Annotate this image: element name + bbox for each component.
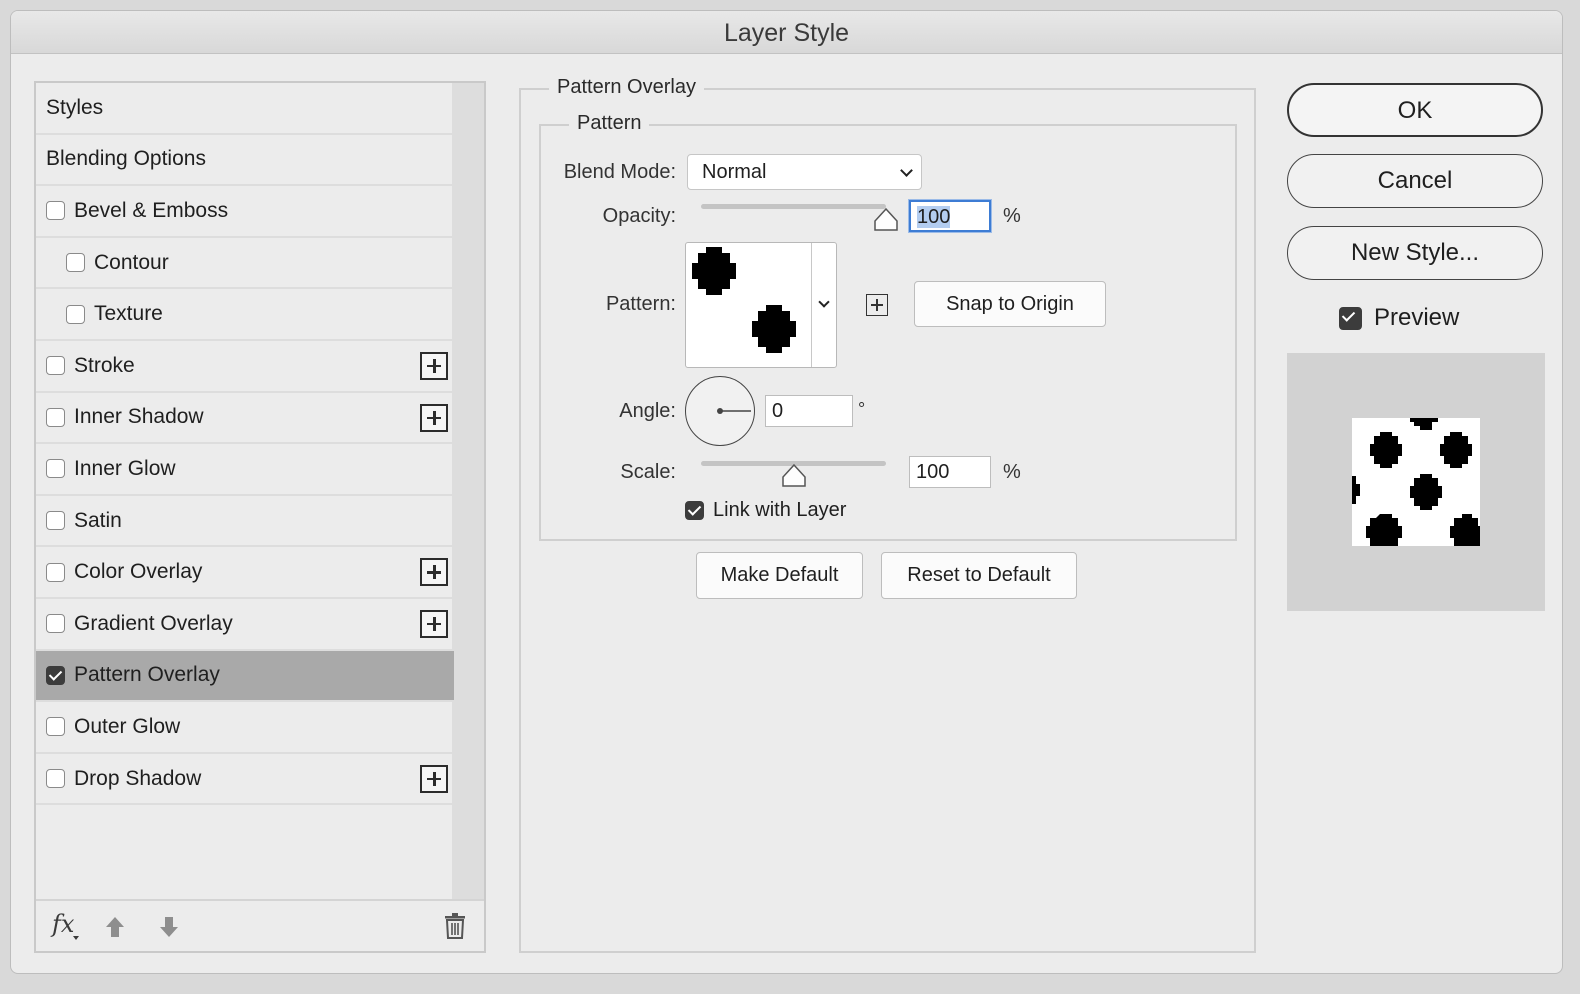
sidebar-item-label: Contour — [94, 250, 169, 274]
checkbox-icon[interactable] — [46, 769, 65, 789]
link-with-layer-label: Link with Layer — [713, 499, 847, 521]
checkbox-icon[interactable] — [46, 665, 65, 685]
section-title: Pattern Overlay — [549, 76, 704, 99]
angle-input[interactable]: 0 — [765, 395, 853, 427]
preview-label: Preview — [1374, 304, 1460, 331]
sidebar-item-label: Outer Glow — [74, 714, 181, 738]
reset-to-default-button[interactable]: Reset to Default — [881, 552, 1077, 599]
dialog-title: Layer Style — [11, 11, 1562, 54]
scale-label: Scale: — [620, 461, 676, 483]
styles-list-footer: fx — [36, 899, 484, 951]
pattern-preview-icon — [1352, 418, 1480, 546]
sidebar-item-contour[interactable]: Contour — [36, 238, 454, 290]
move-up-icon[interactable] — [104, 915, 126, 939]
sidebar-item-label: Blending Options — [46, 147, 206, 171]
opacity-unit: % — [1003, 205, 1021, 227]
angle-label: Angle: — [619, 400, 676, 422]
checkbox-icon[interactable] — [46, 356, 65, 376]
sidebar-item-texture[interactable]: Texture — [36, 289, 454, 341]
add-effect-plus-icon[interactable] — [420, 558, 448, 587]
scale-input[interactable]: 100 — [909, 456, 991, 488]
snap-to-origin-button[interactable]: Snap to Origin — [914, 281, 1106, 327]
scale-unit: % — [1003, 461, 1021, 483]
sidebar-item-outer-glow[interactable]: Outer Glow — [36, 702, 454, 754]
angle-unit: ° — [858, 399, 866, 419]
checkbox-icon[interactable] — [46, 511, 65, 531]
cancel-button[interactable]: Cancel — [1287, 154, 1543, 208]
blend-mode-label: Blend Mode: — [563, 161, 676, 183]
sidebar-item-drop-shadow[interactable]: Drop Shadow — [36, 754, 454, 806]
opacity-slider-thumb[interactable] — [873, 207, 899, 233]
sidebar-item-label: Texture — [94, 302, 163, 326]
angle-indicator-icon — [716, 407, 751, 414]
checkbox-icon[interactable] — [46, 614, 65, 634]
sidebar-item-label: Drop Shadow — [74, 766, 202, 790]
chevron-down-icon — [900, 164, 913, 177]
checkbox-icon[interactable] — [66, 304, 85, 324]
link-with-layer-check-icon — [685, 501, 704, 520]
move-down-icon[interactable] — [158, 915, 180, 939]
checkbox-icon[interactable] — [46, 459, 65, 479]
layer-style-dialog: Layer Style Styles Blending Options Bevel … — [10, 10, 1563, 974]
sidebar-item-label: Inner Glow — [74, 456, 176, 480]
sidebar-item-label: Pattern Overlay — [74, 663, 220, 687]
opacity-slider-track[interactable] — [701, 204, 886, 209]
scale-value: 100 — [916, 461, 950, 483]
fx-icon[interactable]: fx — [52, 910, 80, 940]
sidebar-item-stroke[interactable]: Stroke — [36, 341, 454, 393]
sidebar-item-label: Bevel & Emboss — [74, 198, 229, 222]
opacity-label: Opacity: — [602, 205, 676, 227]
blend-mode-select[interactable]: Normal — [687, 154, 922, 190]
sidebar-item-label: Inner Shadow — [74, 405, 204, 429]
angle-value: 0 — [772, 400, 784, 422]
checkbox-icon[interactable] — [46, 407, 65, 427]
add-effect-plus-icon[interactable] — [420, 764, 448, 793]
opacity-value: 100 — [917, 206, 951, 228]
trash-icon[interactable] — [444, 913, 466, 939]
sidebar-item-satin[interactable]: Satin — [36, 496, 454, 548]
pattern-thumbnail-icon — [688, 245, 810, 365]
checkbox-icon[interactable] — [66, 253, 85, 273]
link-with-layer-checkbox[interactable]: Link with Layer — [685, 499, 846, 522]
pattern-dropdown-chevron-icon[interactable] — [818, 296, 830, 308]
preview-checkbox[interactable]: Preview — [1339, 304, 1459, 332]
pattern-label: Pattern: — [605, 293, 676, 315]
pattern-picker[interactable] — [685, 242, 837, 368]
angle-dial[interactable] — [685, 376, 755, 446]
add-effect-plus-icon[interactable] — [420, 403, 448, 432]
sidebar-item-color-overlay[interactable]: Color Overlay — [36, 547, 454, 599]
preview-check-icon — [1339, 306, 1362, 330]
checkbox-icon[interactable] — [46, 201, 65, 221]
sidebar-item-blending-options[interactable]: Blending Options — [36, 135, 454, 187]
scale-slider-thumb[interactable] — [781, 463, 807, 489]
sidebar-item-label: Color Overlay — [74, 560, 203, 584]
add-effect-plus-icon[interactable] — [420, 351, 448, 380]
group-title: Pattern — [569, 112, 650, 135]
sidebar-item-bevel-and-emboss[interactable]: Bevel & Emboss — [36, 186, 454, 238]
checkbox-icon[interactable] — [46, 717, 65, 737]
sidebar-item-inner-shadow[interactable]: Inner Shadow — [36, 393, 454, 445]
sidebar-item-label: Satin — [74, 508, 122, 532]
sidebar-item-label: Stroke — [74, 353, 135, 377]
new-style-button[interactable]: New Style... — [1287, 226, 1543, 280]
sidebar-item-gradient-overlay[interactable]: Gradient Overlay — [36, 599, 454, 651]
make-default-button[interactable]: Make Default — [696, 552, 863, 599]
ok-button[interactable]: OK — [1287, 83, 1543, 137]
styles-list-items: Styles Blending Options Bevel & Emboss Cont… — [36, 83, 454, 806]
style-preview — [1287, 353, 1545, 611]
styles-list: Styles Blending Options Bevel & Emboss Cont… — [34, 81, 486, 953]
sidebar-item-styles[interactable]: Styles — [36, 83, 454, 135]
plus-square-icon[interactable] — [866, 294, 888, 316]
list-scrollbar[interactable] — [452, 83, 484, 901]
blend-mode-value: Normal — [702, 161, 767, 183]
sidebar-item-pattern-overlay[interactable]: Pattern Overlay — [36, 650, 454, 703]
checkbox-icon[interactable] — [46, 562, 65, 582]
sidebar-item-label: Gradient Overlay — [74, 611, 233, 635]
sidebar-item-inner-glow[interactable]: Inner Glow — [36, 444, 454, 496]
opacity-input[interactable]: 100 — [909, 200, 991, 232]
sidebar-item-label: Styles — [46, 95, 104, 119]
add-effect-plus-icon[interactable] — [420, 609, 448, 638]
